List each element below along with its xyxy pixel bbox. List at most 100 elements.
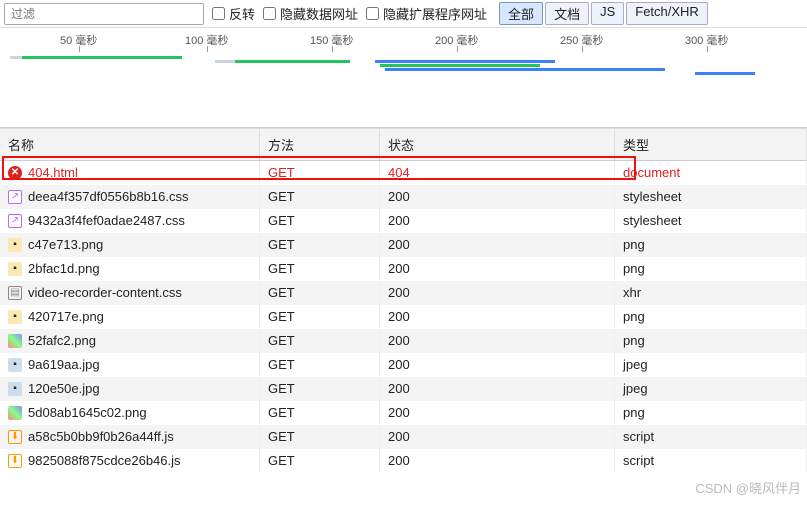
hide-ext-urls-label: 隐藏扩展程序网址 — [383, 4, 487, 23]
header-status[interactable]: 状态 — [380, 129, 615, 160]
row-method: GET — [260, 329, 380, 352]
file-icon: ▪ — [8, 262, 22, 276]
row-status: 200 — [380, 257, 615, 280]
row-type: jpeg — [615, 353, 807, 376]
row-name: 52fafc2.png — [28, 333, 96, 348]
invert-checkbox[interactable]: 反转 — [212, 4, 255, 23]
file-icon: ▪ — [8, 358, 22, 372]
row-name: 5d08ab1645c02.png — [28, 405, 147, 420]
row-method: GET — [260, 353, 380, 376]
table-row[interactable]: ⬇9825088f875cdce26b46.jsGET200script — [0, 449, 807, 473]
filter-input[interactable] — [4, 3, 204, 25]
table-row[interactable]: ▪ 120e50e.jpg GET200jpeg — [0, 377, 807, 401]
timeline-bar — [380, 64, 540, 67]
timeline-tick: 250 毫秒 — [560, 32, 603, 48]
table-row[interactable]: ▪c47e713.pngGET200png — [0, 233, 807, 257]
timeline-bar — [22, 56, 182, 59]
table-row[interactable]: ▪ 9a619aa.jpg GET200jpeg — [0, 353, 807, 377]
row-name: deea4f357df0556b8b16.css — [28, 189, 188, 204]
row-name: a58c5b0bb9f0b26a44ff.js — [28, 429, 174, 444]
timeline-bar — [695, 72, 755, 75]
row-type: jpeg — [615, 377, 807, 400]
row-name: 9a619aa.jpg — [28, 357, 100, 372]
table-row[interactable]: ▪420717e.pngGET200png — [0, 305, 807, 329]
row-type: script — [615, 449, 807, 472]
hide-data-urls-label: 隐藏数据网址 — [280, 4, 358, 23]
row-method: GET — [260, 161, 380, 184]
table-row[interactable]: 5d08ab1645c02.png GET200png — [0, 401, 807, 425]
table-body: ✕404.htmlGET404document↗deea4f357df0556b… — [0, 161, 807, 473]
file-icon: ▪ — [8, 238, 22, 252]
row-type: png — [615, 257, 807, 280]
row-name: 120e50e.jpg — [28, 381, 100, 396]
hide-data-urls-checkbox[interactable]: 隐藏数据网址 — [263, 4, 358, 23]
timeline-bar — [10, 56, 22, 59]
tab-all[interactable]: 全部 — [499, 2, 543, 25]
timeline-bar — [385, 68, 665, 71]
row-status: 200 — [380, 353, 615, 376]
row-method: GET — [260, 281, 380, 304]
tab-js[interactable]: JS — [591, 2, 624, 25]
table-row[interactable]: ▪2bfac1d.pngGET200png — [0, 257, 807, 281]
table-header: 名称 方法 状态 类型 — [0, 128, 807, 161]
row-type: png — [615, 401, 807, 424]
file-icon: ▤ — [8, 286, 22, 300]
table-row[interactable]: ▤video-recorder-content.cssGET200xhr — [0, 281, 807, 305]
row-method: GET — [260, 209, 380, 232]
file-icon: ↗ — [8, 214, 22, 228]
timeline-tick: 300 毫秒 — [685, 32, 728, 48]
timeline-bar — [215, 60, 235, 63]
row-method: GET — [260, 449, 380, 472]
row-name: 404.html — [28, 165, 78, 180]
row-method: GET — [260, 185, 380, 208]
header-method[interactable]: 方法 — [260, 129, 380, 160]
tab-doc[interactable]: 文档 — [545, 2, 589, 25]
row-status: 200 — [380, 185, 615, 208]
row-method: GET — [260, 377, 380, 400]
row-type: stylesheet — [615, 185, 807, 208]
row-method: GET — [260, 257, 380, 280]
invert-label: 反转 — [229, 4, 255, 23]
file-icon: ✕ — [8, 166, 22, 180]
file-icon: ↗ — [8, 190, 22, 204]
toolbar: 反转 隐藏数据网址 隐藏扩展程序网址 全部 文档 JS Fetch/XHR — [0, 0, 807, 28]
row-type: png — [615, 329, 807, 352]
row-status: 404 — [380, 161, 615, 184]
timeline-bar — [375, 60, 555, 63]
row-status: 200 — [380, 209, 615, 232]
row-status: 200 — [380, 377, 615, 400]
header-type[interactable]: 类型 — [615, 129, 807, 160]
timeline[interactable]: 50 毫秒100 毫秒150 毫秒200 毫秒250 毫秒300 毫秒 — [0, 28, 807, 128]
table-row[interactable]: ⬇ a58c5b0bb9f0b26a44ff.js GET200script — [0, 425, 807, 449]
file-icon: ▪ — [8, 310, 22, 324]
row-method: GET — [260, 233, 380, 256]
row-status: 200 — [380, 401, 615, 424]
row-type: png — [615, 305, 807, 328]
row-type: script — [615, 425, 807, 448]
row-status: 200 — [380, 425, 615, 448]
hide-ext-urls-checkbox[interactable]: 隐藏扩展程序网址 — [366, 4, 487, 23]
table-row[interactable]: 52fafc2.pngGET200png — [0, 329, 807, 353]
timeline-tick: 50 毫秒 — [60, 32, 97, 48]
table-row[interactable]: ↗ 9432a3f4fef0adae2487.css GET200styleshee… — [0, 209, 807, 233]
row-method: GET — [260, 401, 380, 424]
table-row[interactable]: ✕ 404.html GET404document — [0, 161, 807, 185]
header-name[interactable]: 名称 — [0, 129, 260, 160]
row-method: GET — [260, 305, 380, 328]
row-name: c47e713.png — [28, 237, 103, 252]
row-status: 200 — [380, 233, 615, 256]
table-row[interactable]: ↗ deea4f357df0556b8b16.css GET200styleshee… — [0, 185, 807, 209]
watermark: CSDN @晓风伴月 — [695, 478, 801, 497]
row-status: 200 — [380, 449, 615, 472]
row-type: stylesheet — [615, 209, 807, 232]
file-icon: ⬇ — [8, 454, 22, 468]
row-type: xhr — [615, 281, 807, 304]
file-icon: ▪ — [8, 382, 22, 396]
timeline-bar — [235, 60, 350, 63]
row-method: GET — [260, 425, 380, 448]
file-icon: ⬇ — [8, 430, 22, 444]
row-type: document — [615, 161, 807, 184]
row-name: 9432a3f4fef0adae2487.css — [28, 213, 185, 228]
tab-fetch[interactable]: Fetch/XHR — [626, 2, 708, 25]
row-name: video-recorder-content.css — [28, 285, 182, 300]
